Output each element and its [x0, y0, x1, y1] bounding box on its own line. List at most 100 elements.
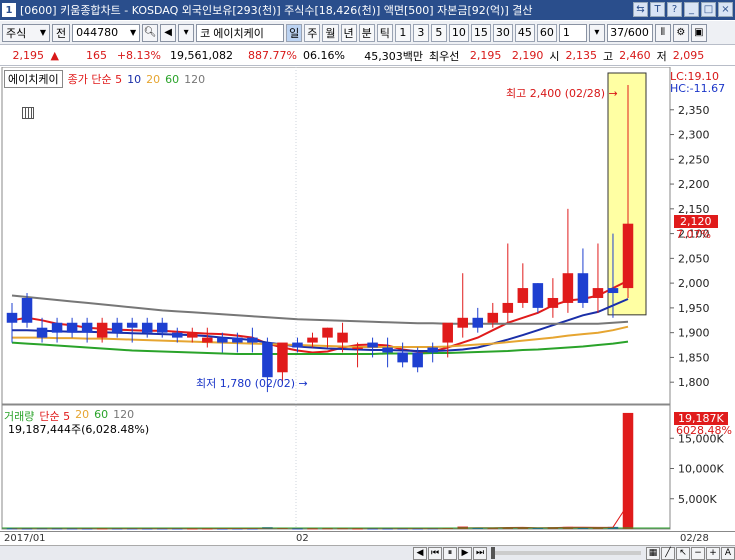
period-tick[interactable]: 틱: [376, 23, 393, 42]
candle-body: [532, 283, 544, 308]
period-year[interactable]: 년: [340, 23, 357, 42]
next-icon[interactable]: ▶: [458, 546, 472, 560]
first-icon[interactable]: ⏮: [428, 546, 442, 560]
period-month[interactable]: 월: [322, 23, 339, 42]
pin-icon[interactable]: T: [650, 2, 665, 17]
interval-15[interactable]: 15: [470, 23, 491, 42]
chart-canvas[interactable]: 2,3502,3002,2502,2002,1502,1002,0502,000…: [0, 67, 735, 533]
chart-scrollbar[interactable]: ◀ ⏮ ⏸ ▶ ⏭ ▦ ╱ ↖ − + A: [0, 545, 735, 560]
current-price-tag: 2,120: [674, 215, 718, 228]
toolbar: 주식 ▼ 전 044780 ▼ 🔍︎ ◀ ▾ 코 에이치케이 일 주 월 년 분…: [0, 21, 735, 45]
interval-60[interactable]: 60: [536, 23, 557, 42]
minimize-icon[interactable]: _: [684, 2, 699, 17]
last-icon[interactable]: ⏭: [473, 546, 487, 560]
market-label: 주식: [6, 26, 27, 40]
interval-45[interactable]: 45: [514, 23, 535, 42]
legend-ma60: 60: [165, 72, 180, 86]
trade-value: 45,303백만: [364, 49, 423, 63]
chevron-down-icon: ▼: [129, 28, 137, 37]
scroll-left-icon[interactable]: ◀: [413, 546, 427, 560]
volume-pct-tag: 6028.48%: [676, 424, 732, 437]
dropdown-icon[interactable]: ▾: [178, 23, 195, 42]
period-minute[interactable]: 분: [358, 23, 375, 42]
legend-stock-name[interactable]: 에이치케이: [4, 70, 63, 88]
price-tick-label: 2,350: [678, 104, 710, 117]
candle-body: [517, 288, 529, 303]
volume-info: 19,187,444주(6,028.48%): [8, 423, 150, 436]
volume-tick-label: 10,000K: [678, 463, 724, 476]
candle-body: [622, 223, 634, 289]
bars-icon[interactable]: ⫴: [654, 23, 671, 42]
candle-body: [307, 337, 318, 343]
interval-5[interactable]: 5: [430, 23, 447, 42]
volume: 19,561,082: [170, 49, 233, 62]
candle-body: [81, 322, 93, 333]
spin-icon[interactable]: ▾: [588, 23, 605, 42]
low-price: 2,095: [672, 49, 705, 62]
legend-ma20: 20: [146, 72, 161, 86]
zoom-out-icon[interactable]: −: [691, 546, 705, 560]
high-price: 2,460: [619, 49, 651, 62]
interval-3[interactable]: 3: [412, 23, 429, 42]
search-icon[interactable]: 🔍︎: [142, 23, 159, 42]
price-tick-label: 2,250: [678, 153, 710, 166]
pointer-icon[interactable]: ↖: [676, 546, 690, 560]
candle-body: [472, 317, 484, 328]
link-icon[interactable]: ⇆: [633, 2, 648, 17]
page-count-field[interactable]: 37/600: [606, 23, 653, 42]
line-icon[interactable]: ╱: [661, 546, 675, 560]
volume-ma5-line: [12, 504, 629, 529]
pause-icon[interactable]: ⏸: [443, 546, 457, 560]
tools-icon[interactable]: ⚙: [672, 23, 689, 42]
stock-name-field: 코 에이치케이: [196, 23, 285, 42]
candle-body: [382, 347, 393, 353]
market-select[interactable]: 주식 ▼: [2, 23, 50, 42]
window-title: [0600] 키움종합차트 - KOSDAQ 외국인보유[293(천)] 주식수…: [20, 4, 533, 17]
price-change: 165: [86, 49, 107, 62]
low-annotation: 최저 1,780 (02/02) →: [196, 377, 308, 390]
interval-1[interactable]: 1: [394, 23, 411, 42]
chevron-down-icon: ▼: [39, 28, 46, 37]
interval-input[interactable]: 1: [558, 23, 587, 42]
bid-price: 2,190: [511, 49, 544, 62]
code-input[interactable]: 044780 ▼: [72, 23, 141, 42]
candle-body: [156, 322, 168, 333]
current-price: 2,195 ▲: [12, 49, 59, 62]
zoom-in-icon[interactable]: +: [706, 546, 720, 560]
title-bar: 1 [0600] 키움종합차트 - KOSDAQ 외국인보유[293(천)] 주…: [0, 0, 735, 20]
prev-button[interactable]: 전: [52, 23, 71, 42]
price-tick-label: 2,200: [678, 178, 710, 191]
interval-10[interactable]: 10: [448, 23, 469, 42]
calc-icon[interactable]: [22, 107, 34, 119]
candle-body: [111, 322, 123, 333]
price-tick-label: 2,300: [678, 129, 710, 142]
candle-body: [412, 352, 423, 368]
period-week[interactable]: 주: [304, 23, 321, 42]
volume-bar: [622, 412, 634, 529]
grid-icon[interactable]: ▦: [646, 546, 660, 560]
date-end: 02/28: [680, 533, 709, 544]
candle-body: [217, 337, 228, 343]
candle-body: [126, 322, 138, 328]
ask-price: 2,195: [469, 49, 502, 62]
zoom-slider[interactable]: [491, 547, 641, 559]
interval-30[interactable]: 30: [492, 23, 513, 42]
candle-body: [322, 327, 333, 338]
text-icon[interactable]: A: [721, 546, 735, 560]
speaker-icon[interactable]: ◀: [160, 23, 177, 42]
candle-body: [427, 347, 438, 353]
close-icon[interactable]: ×: [718, 2, 733, 17]
candle-body: [21, 297, 33, 323]
save-icon[interactable]: ▣: [690, 23, 707, 42]
maximize-icon[interactable]: □: [701, 2, 716, 17]
date-start: 2017/01: [4, 533, 46, 544]
period-day[interactable]: 일: [286, 23, 303, 42]
candle-body: [172, 332, 183, 338]
help-icon[interactable]: ?: [667, 2, 682, 17]
window-number: 1: [2, 3, 16, 17]
quote-row: 2,195 ▲ 165 +8.13% 19,561,082 887.77% 06…: [0, 46, 735, 66]
candle-body: [502, 302, 514, 313]
candle-body: [562, 273, 574, 303]
legend-ma120: 120: [184, 72, 206, 86]
candle-body: [141, 322, 153, 333]
